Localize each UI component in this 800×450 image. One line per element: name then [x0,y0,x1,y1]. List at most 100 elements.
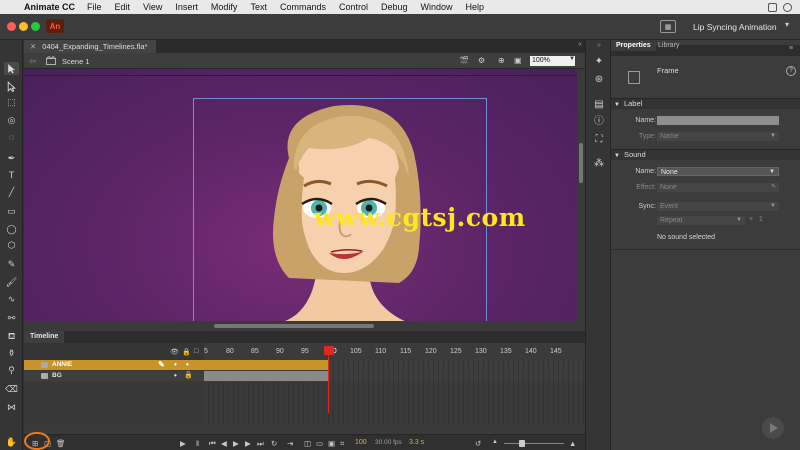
layer-row-bg[interactable]: BG • 🔒 [24,371,204,381]
app-menu[interactable]: Animate CC [24,2,75,12]
center-frame-icon[interactable]: ⇥ [287,439,293,448]
chevron-down-icon[interactable]: ▼ [569,56,575,62]
zoom-in-icon[interactable]: ▲ [569,439,576,448]
align-icon[interactable]: ▤ [593,99,605,111]
play-icon[interactable]: ▶ [233,439,239,448]
first-frame-icon[interactable]: ⏮ [209,439,216,449]
lasso-tool-icon[interactable]: ◌ [4,131,19,144]
timeline-zoom-slider[interactable] [504,443,564,444]
motion-presets-icon[interactable]: ✦ [593,56,605,68]
rectangle-tool-icon[interactable]: ▭ [4,205,19,218]
playhead[interactable] [324,346,334,355]
horizontal-scroll-thumb[interactable] [214,324,374,328]
tab-properties[interactable]: Properties [611,40,656,51]
menu-text[interactable]: Text [250,2,267,12]
menu-window[interactable]: Window [421,2,453,12]
close-tab-icon[interactable]: ✕ [30,42,36,51]
panel-menu-icon[interactable]: ≡ [789,45,793,52]
sound-section-header[interactable]: ▼ Sound [611,149,800,160]
help-icon[interactable]: ? [786,66,796,76]
last-frame-icon[interactable]: ⏭ [257,439,264,449]
info-icon[interactable]: ⓘ [593,116,605,128]
menu-debug[interactable]: Debug [381,2,408,12]
pen-tool-icon[interactable]: ✒ [4,152,19,165]
tab-timeline[interactable]: Timeline [24,331,65,343]
menu-file[interactable]: File [87,2,102,12]
layer-row-annie[interactable]: ANNIE ✎ • • [24,360,204,370]
camera-icon[interactable]: ▶ [180,439,186,448]
menu-control[interactable]: Control [339,2,368,12]
layer-name[interactable]: ANNIE [52,360,72,370]
frame-label-name-input[interactable] [657,116,779,125]
menu-view[interactable]: View [143,2,162,12]
zoom-window-button[interactable] [31,22,40,31]
outline-all-icon[interactable]: □ [194,348,198,355]
menu-help[interactable]: Help [466,2,485,12]
expand-panels-icon[interactable]: » [593,40,605,52]
edit-scene-icon[interactable]: 🎬 [459,56,469,65]
line-tool-icon[interactable]: ╱ [4,186,19,199]
back-arrow-icon[interactable]: ⇦ [29,56,37,67]
delete-layer-icon[interactable]: 🗑 [56,439,66,448]
lock-all-icon[interactable]: 🔒 [182,348,191,356]
onion-skin-icon[interactable]: ◫ [304,439,311,448]
menu-insert[interactable]: Insert [175,2,198,12]
subselection-tool-icon[interactable] [4,80,19,93]
stage-vertical-scrollbar[interactable] [577,69,585,321]
repeat-count[interactable]: 1 [759,216,763,223]
lock-dot[interactable]: • [186,360,189,370]
frame-span-annie[interactable] [204,360,328,370]
zoom-slider-knob[interactable] [519,440,525,447]
eyedropper-tool-icon[interactable]: ⚲ [4,364,19,377]
menu-commands[interactable]: Commands [280,2,326,12]
onion-outline-icon[interactable]: ▭ [316,439,323,448]
step-back-icon[interactable]: ◀ [221,439,227,448]
layer-name[interactable]: BG [52,371,62,381]
sound-repeat-select[interactable]: Repeat ▼ [657,216,745,225]
clip-canvas-icon[interactable]: ▣ [514,56,522,65]
edit-multiple-frames-icon[interactable]: ▣ [328,439,335,448]
label-type-select[interactable]: Name ▼ [657,132,779,141]
elapsed-time[interactable]: 3.3 s [409,439,424,446]
step-forward-icon[interactable]: ▶ [245,439,251,448]
brush-tool-icon[interactable]: ∿ [4,293,19,306]
workspace-switcher-icon[interactable]: ▦ [660,20,676,33]
transform-icon[interactable]: ⛶ [593,134,605,146]
current-frame[interactable]: 100 [355,439,367,446]
show-hide-all-icon[interactable]: 👁 [170,348,179,356]
frames-grid[interactable] [204,382,585,424]
free-transform-tool-icon[interactable]: ⬚ [4,96,19,109]
frame-rate[interactable]: 30.00 fps [375,439,402,446]
paint-brush-tool-icon[interactable]: 🖌 [4,276,19,289]
ink-bottle-tool-icon[interactable]: ⚱ [4,347,19,360]
menu-modify[interactable]: Modify [211,2,238,12]
document-tab[interactable]: ✕ 0404_Expanding_Timelines.fla* [24,40,156,53]
lock-icon[interactable]: 🔒 [184,371,193,381]
stage-area[interactable]: www.cgtsj.com [24,69,585,331]
oval-tool-icon[interactable]: ◯ [4,223,19,236]
tab-library[interactable]: Library [653,40,684,51]
chevron-down-icon[interactable]: ▾ [785,20,789,29]
paint-bucket-tool-icon[interactable]: ⛾ [4,330,19,343]
loop-icon[interactable]: ↻ [271,439,277,448]
text-tool-icon[interactable]: T [4,169,19,182]
visibility-dot[interactable]: • [174,371,177,381]
frame-span-bg[interactable] [204,371,328,381]
components-icon[interactable]: ⁂ [593,158,605,170]
minimize-window-button[interactable] [19,22,28,31]
video-play-badge[interactable] [762,417,784,439]
close-window-button[interactable] [7,22,16,31]
refresh-icon[interactable]: ↺ [475,439,481,448]
edit-symbols-icon[interactable]: ⚙ [478,56,485,65]
pencil-tool-icon[interactable]: ✎ [4,258,19,271]
selection-tool-icon[interactable] [4,62,19,75]
sync-icon[interactable] [783,2,792,12]
sound-name-select[interactable]: None ▼ [657,167,779,176]
3d-rotation-tool-icon[interactable]: ◎ [4,114,19,127]
width-tool-icon[interactable]: ⋈ [4,401,19,414]
bone-tool-icon[interactable]: ⚯ [4,312,19,325]
eraser-tool-icon[interactable]: ⌫ [4,383,19,396]
polystar-tool-icon[interactable]: ⬡ [4,239,19,252]
creative-cloud-icon[interactable] [768,2,777,12]
menu-edit[interactable]: Edit [115,2,131,12]
